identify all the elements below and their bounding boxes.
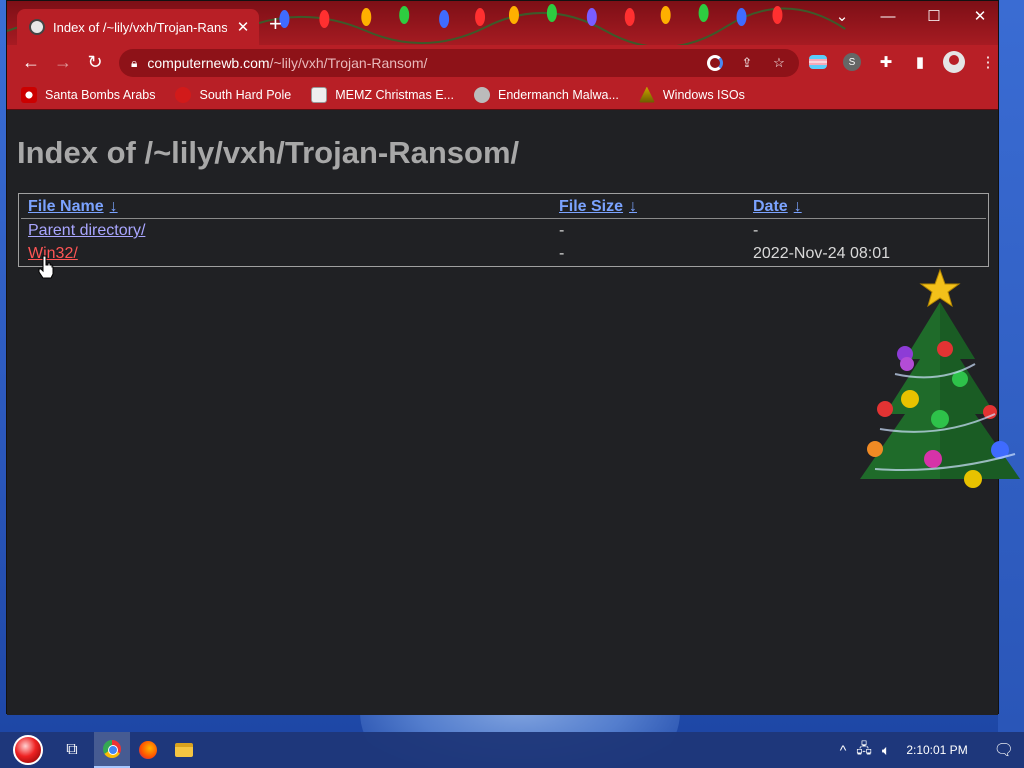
bookmark-south-hard-pole[interactable]: South Hard Pole xyxy=(175,86,292,103)
clock[interactable]: 2:10:01 PM xyxy=(906,743,967,757)
url-text: computernewb.com/~lily/vxh/Trojan-Ransom… xyxy=(147,55,427,71)
title-bar[interactable]: Index of /~lily/vxh/Trojan-Ransom/ ✕ + ⌄… xyxy=(7,1,998,45)
bookmark-windows-isos[interactable]: Windows ISOs xyxy=(638,86,745,103)
row-size: - xyxy=(559,245,565,262)
bookmark-memz-christmas[interactable]: MEMZ Christmas E... xyxy=(311,86,454,103)
forward-arrow-icon[interactable]: → xyxy=(47,47,79,79)
back-arrow-icon[interactable]: ← xyxy=(15,47,47,79)
task-view-icon[interactable]: ⧉ xyxy=(54,732,90,768)
bookmark-label: Windows ISOs xyxy=(662,87,745,102)
notification-icon[interactable]: 🗨︎ xyxy=(994,740,1014,760)
browser-toolbar: ← → ↻ 🔒︎ computernewb.com/~lily/vxh/Troj… xyxy=(7,45,998,80)
bookmark-endermanch-malware[interactable]: Endermanch Malwa... xyxy=(473,86,619,103)
hand-pointer-cursor-icon xyxy=(38,255,54,279)
profile-avatar-icon[interactable] xyxy=(941,49,967,75)
tree-icon xyxy=(638,86,655,103)
extension-flag-icon[interactable] xyxy=(805,49,831,75)
address-bar[interactable]: 🔒︎ computernewb.com/~lily/vxh/Trojan-Ran… xyxy=(119,49,799,77)
new-tab-plus-icon[interactable]: + xyxy=(269,13,282,35)
row-size: - xyxy=(559,222,565,239)
row-date: - xyxy=(753,222,759,239)
taskbar-file-explorer-icon[interactable] xyxy=(166,732,202,768)
start-orb-icon xyxy=(13,735,43,765)
minimize-icon[interactable]: — xyxy=(865,1,911,31)
column-header-date[interactable]: Date ↓ xyxy=(753,198,802,216)
extension-s-icon[interactable]: S xyxy=(839,49,865,75)
site-favicon-icon xyxy=(29,19,45,35)
bookmark-label: Endermanch Malwa... xyxy=(497,87,619,102)
tab-search-chevron-down-icon[interactable]: ⌄ xyxy=(819,1,865,31)
raccoon-icon xyxy=(473,86,490,103)
santa-icon xyxy=(21,86,37,103)
row-date: 2022-Nov-24 08:01 xyxy=(753,245,890,262)
window-close-icon[interactable]: ✕ xyxy=(957,1,998,31)
sort-arrow-icon: ↓ xyxy=(629,198,638,215)
extensions-puzzle-icon[interactable]: ✚ xyxy=(873,49,899,75)
menu-kebab-icon[interactable]: ⋮ xyxy=(975,49,1001,75)
browser-tab[interactable]: Index of /~lily/vxh/Trojan-Ransom/ ✕ xyxy=(17,9,259,45)
volume-icon[interactable]: 🔈︎ xyxy=(882,742,890,759)
tab-close-icon[interactable]: ✕ xyxy=(235,18,251,36)
google-lens-icon[interactable] xyxy=(705,53,725,73)
taskbar-chrome-icon[interactable] xyxy=(94,732,130,768)
sort-arrow-icon: ↓ xyxy=(109,198,118,215)
reload-icon[interactable]: ↻ xyxy=(79,47,111,79)
column-header-file-name[interactable]: File Name ↓ xyxy=(28,198,118,216)
taskbar: ⧉ ^ 🖧︎ 🔈︎ 2:10:01 PM 🗨︎ xyxy=(0,732,1024,768)
image-icon xyxy=(311,86,328,103)
network-icon[interactable]: 🖧︎ xyxy=(856,738,872,762)
sort-arrow-icon: ↓ xyxy=(793,198,802,215)
start-button[interactable] xyxy=(8,732,48,768)
bookmark-label: MEMZ Christmas E... xyxy=(335,87,454,102)
maximize-icon[interactable]: ☐ xyxy=(911,1,957,31)
directory-listing-table: File Name ↓ File Size ↓ Date ↓ Parent direc… xyxy=(18,193,989,267)
column-label: File Size xyxy=(559,198,624,215)
ornament-icon xyxy=(175,86,192,103)
chevron-up-icon[interactable]: ^ xyxy=(840,742,847,758)
column-label: Date xyxy=(753,198,788,215)
url-path: /~lily/vxh/Trojan-Ransom/ xyxy=(269,55,428,71)
system-tray: ^ 🖧︎ 🔈︎ 2:10:01 PM 🗨︎ xyxy=(840,732,1014,768)
bookmark-star-icon[interactable]: ☆ xyxy=(769,53,789,73)
taskbar-firefox-icon[interactable] xyxy=(130,732,166,768)
side-panel-icon[interactable]: ▮ xyxy=(907,49,933,75)
header-divider xyxy=(21,218,986,219)
page-title: Index of /~lily/vxh/Trojan-Ransom/ xyxy=(17,135,520,170)
bookmarks-bar: Santa Bombs Arabs South Hard Pole MEMZ C… xyxy=(7,80,998,110)
bookmark-santa-bombs-arabs[interactable]: Santa Bombs Arabs xyxy=(21,86,156,103)
column-header-file-size[interactable]: File Size ↓ xyxy=(559,198,637,216)
christmas-tree-decoration xyxy=(860,268,1020,488)
bookmark-label: South Hard Pole xyxy=(199,87,292,102)
share-icon[interactable]: ⇪ xyxy=(737,53,757,73)
tab-title: Index of /~lily/vxh/Trojan-Ransom/ xyxy=(53,19,227,35)
lock-icon[interactable]: 🔒︎ xyxy=(131,56,137,71)
column-label: File Name xyxy=(28,198,104,215)
row-link-parent-directory[interactable]: Parent directory/ xyxy=(28,222,145,240)
url-host: computernewb.com xyxy=(147,55,270,71)
bookmark-label: Santa Bombs Arabs xyxy=(45,87,156,102)
